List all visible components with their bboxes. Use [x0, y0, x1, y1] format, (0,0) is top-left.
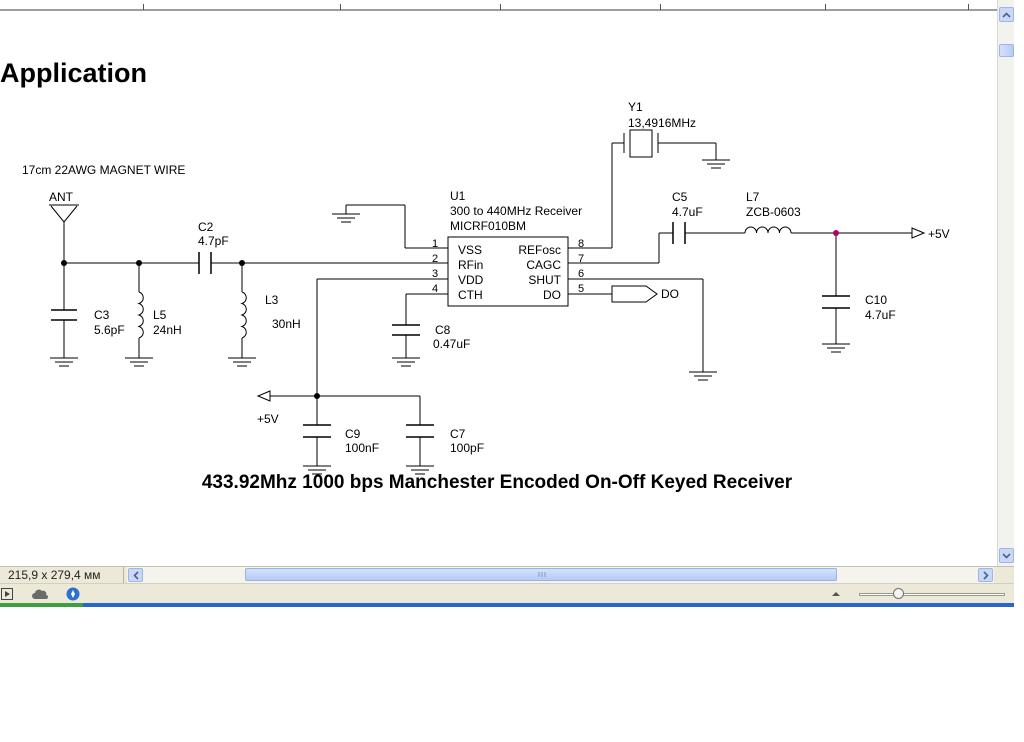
u1-pin-number: 4 [432, 283, 438, 295]
l5-ref: L5 [153, 308, 167, 322]
vcc-label-left: +5V [257, 412, 279, 426]
y1-value: 13,4916MHz [628, 116, 696, 130]
u1-desc: 300 to 440MHz Receiver [450, 204, 582, 218]
u1-pin-number: 8 [578, 238, 584, 250]
u1-pin-name: CAGC [526, 258, 561, 272]
c8-value: 0.47uF [433, 337, 470, 351]
vcc-port-arrow [911, 227, 926, 239]
horizontal-scroll-thumb[interactable] [245, 568, 837, 581]
u1-pin-number: 5 [578, 283, 584, 295]
c3-ref: C3 [94, 308, 110, 322]
horizontal-scrollbar[interactable] [127, 567, 994, 583]
play-icon[interactable] [0, 586, 16, 602]
schematic-caption: 433.92Mhz 1000 bps Manchester Encoded On… [202, 472, 793, 493]
chevron-down-icon[interactable] [999, 548, 1014, 563]
chevron-up-icon[interactable] [999, 7, 1014, 22]
window-edge [1014, 0, 1024, 606]
u1-ref: U1 [450, 189, 466, 203]
junction-dots [61, 230, 839, 399]
wire-note: 17cm 22AWG MAGNET WIRE [22, 163, 185, 177]
c3-value: 5.6pF [94, 323, 125, 337]
u1-pin-number: 1 [432, 238, 438, 250]
c10-ref: C10 [865, 293, 887, 307]
page-size-readout: 215,9 x 279,4 мм [0, 567, 124, 584]
c8-ref: C8 [435, 323, 451, 337]
do-port-label: DO [661, 287, 679, 301]
antenna-label: ANT [49, 190, 74, 204]
l5-value: 24nH [153, 323, 182, 337]
cloud-icon[interactable] [32, 586, 48, 602]
u1-pin-name: REFosc [518, 243, 561, 257]
l7-ref: L7 [746, 190, 760, 204]
vertical-scrollbar[interactable] [997, 0, 1015, 566]
do-port-shape [611, 285, 658, 303]
l3-ref: L3 [265, 293, 279, 307]
section-heading: Application [0, 58, 147, 88]
bottom-toolbar [0, 583, 1014, 604]
vertical-scroll-thumb[interactable] [999, 44, 1014, 57]
u1-pin-name: CTH [458, 288, 483, 302]
crystal-symbol [623, 129, 659, 158]
schematic-drawing: Application 17cm 22AWG MAGNET WIRE ANT C… [0, 58, 950, 493]
c10-value: 4.7uF [865, 308, 896, 322]
c9-ref: C9 [345, 427, 361, 441]
c5-value: 4.7uF [672, 205, 703, 219]
u1-pin-number: 3 [432, 268, 438, 280]
zoom-slider-track[interactable] [859, 593, 1005, 596]
start-button-strip[interactable] [0, 603, 83, 607]
y1-ref: Y1 [628, 100, 643, 114]
u1-pin-number: 6 [578, 268, 584, 280]
c9-value: 100nF [345, 441, 379, 455]
triangle-up-icon[interactable] [828, 586, 844, 602]
u1-pin-number: 7 [578, 253, 584, 265]
c7-ref: C7 [450, 427, 466, 441]
u1-pin-name: DO [543, 288, 561, 302]
l7-value: ZCB-0603 [746, 205, 801, 219]
chevron-left-icon[interactable] [128, 568, 143, 582]
u1-part: MICRF010BM [450, 219, 526, 233]
c7-value: 100pF [450, 441, 484, 455]
highlighted-junction [833, 230, 839, 236]
c2-ref: C2 [198, 220, 214, 234]
c2-value: 4.7pF [198, 234, 229, 248]
u1-pin-name: VSS [458, 243, 482, 257]
compass-icon[interactable] [65, 586, 81, 602]
u1-pin-name: SHUT [528, 273, 561, 287]
taskbar-strip [0, 603, 1014, 607]
u1-pin-name: RFin [458, 258, 483, 272]
status-row: 215,9 x 279,4 мм [0, 566, 1014, 584]
chevron-right-icon[interactable] [978, 568, 993, 582]
document-canvas: Application 17cm 22AWG MAGNET WIRE ANT C… [0, 0, 997, 566]
u1-pin-name: VDD [458, 273, 484, 287]
vcc-label-right: +5V [928, 227, 950, 241]
l3-value: 30nH [272, 317, 301, 331]
zoom-slider-thumb[interactable] [893, 588, 904, 599]
u1-pin-number: 2 [432, 253, 438, 265]
vcc-port-arrow [256, 390, 271, 402]
c5-ref: C5 [672, 190, 688, 204]
